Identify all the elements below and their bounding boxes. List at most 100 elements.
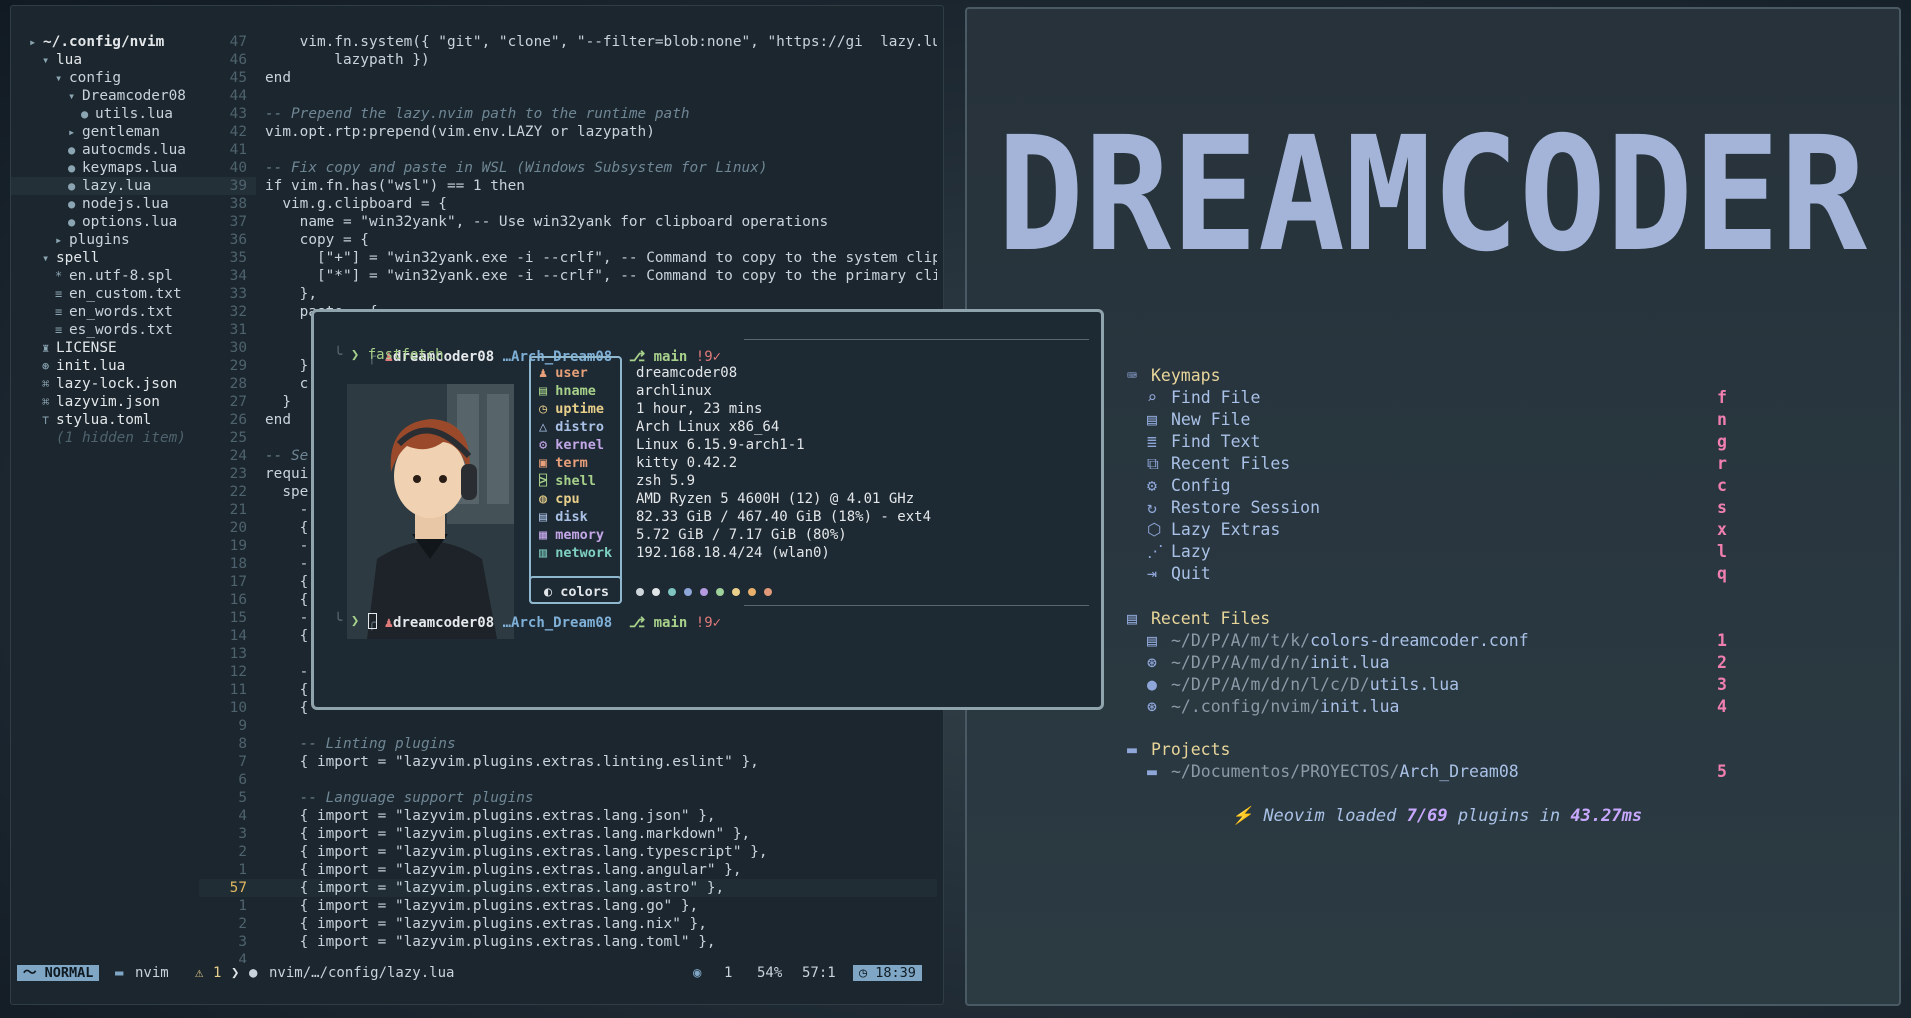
fetch-label: ▥ network (539, 544, 612, 562)
kernel-label: kernel (555, 437, 605, 453)
keymap-item[interactable]: ≣ Find Text (1147, 431, 1260, 453)
uptime-label: uptime (555, 401, 605, 417)
fetch-value: 192.168.18.4/24 (wlan0) (636, 545, 830, 561)
distro-icon: △ (539, 419, 548, 435)
separator-icon: ❯ (231, 965, 240, 981)
fetch-value: kitty 0.42.2 (636, 455, 738, 471)
code-line: 1 { import = "lazyvim.plugins.extras.lan… (199, 897, 937, 915)
file-icon: ● (68, 161, 76, 175)
tree-item[interactable]: ⊤ stylua.toml (11, 411, 230, 429)
code-text: requi (265, 466, 309, 482)
recent-files-icon: ⧉ (1147, 454, 1159, 473)
line-number: 44 (229, 88, 247, 104)
memory-label: memory (555, 527, 605, 543)
lazy-extras-icon: ⬡ (1147, 520, 1162, 539)
line-number: 22 (229, 484, 247, 500)
keymap-item[interactable]: ▤ New File (1147, 409, 1250, 431)
line-number: 41 (229, 142, 247, 158)
fetch-label: △ distro (539, 418, 604, 436)
code-line: 39 if vim.fn.has("wsl") == 1 then (199, 177, 937, 195)
code-text: { (265, 574, 309, 590)
status-count: 1 (724, 965, 733, 981)
path-file: Arch_Dream08 (1399, 762, 1519, 781)
path-file: init.lua (1320, 697, 1400, 716)
status-branch: nvim (135, 965, 169, 981)
fetch-label: ♟ user (539, 364, 588, 382)
prompt-rule (744, 339, 1089, 340)
tree-item[interactable]: ▾ spell (11, 249, 230, 267)
file-icon: ⌘ (42, 377, 50, 391)
terminal-window[interactable]: ╭ ♟dreamcoder08 …Arch_Dream08 ⎇ main !9✓… (311, 309, 1104, 710)
line-number: 46 (229, 52, 247, 68)
code-text: lazypath }) (265, 52, 430, 68)
folder-open-icon: ▬ (1127, 740, 1137, 759)
tree-item-label: gentleman (82, 124, 160, 140)
kernel-icon: ⚙ (539, 437, 548, 453)
status-percent: 54% (757, 965, 783, 981)
recent-file-item[interactable]: ● ~/D/P/A/m/d/n/l/c/D/utils.lua (1147, 674, 1459, 696)
recent-file-item[interactable]: ▤ ~/D/P/A/m/t/k/colors-dreamcoder.conf (1147, 630, 1529, 652)
tree-item[interactable]: ▾ lua (11, 51, 230, 69)
line-number: 31 (229, 322, 247, 338)
line-number: 11 (229, 682, 247, 698)
line-number: 12 (229, 664, 247, 680)
tree-item-label: keymaps.lua (82, 160, 178, 176)
tree-item[interactable]: ▸ ~/.config/nvim (11, 33, 217, 51)
keymap-item[interactable]: ⋰ Lazy (1147, 541, 1211, 563)
code-line: 40 -- Fix copy and paste in WSL (Windows … (199, 159, 937, 177)
code-text: spe (265, 484, 309, 500)
code-text: { import = "lazyvim.plugins.extras.linti… (265, 754, 759, 770)
tree-item[interactable]: ♜ LICENSE (11, 339, 230, 357)
prompt-line-1: ╭ ♟dreamcoder08 …Arch_Dream08 ⎇ main !9✓ (367, 349, 722, 365)
line-number: 7 (238, 754, 247, 770)
tree-item[interactable]: (1 hidden item) (11, 429, 230, 447)
line-number: 24 (229, 448, 247, 464)
network-icon: ▥ (539, 545, 548, 561)
recent-file-item[interactable]: ⊛ ~/D/P/A/m/d/n/init.lua (1147, 652, 1390, 674)
tree-item[interactable]: ⊛ init.lua (11, 357, 230, 375)
status-file[interactable]: nvim/…/config/lazy.lua (269, 963, 454, 983)
tree-item[interactable]: ⌘ lazyvim.json (11, 393, 230, 411)
keymap-label: Find File (1171, 388, 1261, 407)
line-number: 29 (229, 358, 247, 374)
fetch-value: 1 hour, 23 mins (636, 401, 763, 417)
fetch-value: Linux 6.15.9-arch1-1 (636, 437, 805, 453)
item-key: 1 (1717, 631, 1727, 650)
keymap-item[interactable]: ⚙ Config (1147, 475, 1231, 497)
code-line: 9 (199, 717, 937, 735)
code-text: ["*"] = "win32yank.exe -i --crlf", -- Co… (265, 268, 937, 284)
folder-chevron-icon: ▸ (29, 35, 37, 49)
tree-item[interactable]: ⌘ lazy-lock.json (11, 375, 230, 393)
line-number: 23 (229, 466, 247, 482)
file-icon: * (55, 269, 63, 283)
git-branch-icon: ⎇ (629, 349, 654, 365)
user-icon: ♟ (384, 615, 394, 631)
input-line[interactable]: ╰ ❯ (334, 611, 377, 631)
git-branch-icon: ⎇ (629, 615, 654, 631)
file-tree[interactable]: ▸ ~/.config/nvim ▾ lua ▾ config ▾ Dreamcoder08 ●… (11, 6, 256, 966)
code-line: 33 }, (199, 285, 937, 303)
fetch-value: Arch Linux x86_64 (636, 419, 780, 435)
line-number: 26 (229, 412, 247, 428)
code-line: 36 copy = { (199, 231, 937, 249)
keymap-item[interactable]: ↻ Restore Session (1147, 497, 1320, 519)
project-item[interactable]: ▬ ~/Documentos/PROYECTOS/Arch_Dream08 (1147, 761, 1519, 783)
palette-swatch (764, 588, 772, 596)
clock: ◷ 18:39 (853, 965, 922, 981)
folder-chevron-icon: ▸ (55, 233, 63, 247)
code-text: { (265, 628, 309, 644)
keymap-item[interactable]: ⬡ Lazy Extras (1147, 519, 1280, 541)
prompt-line-2: ╭ ♟dreamcoder08 …Arch_Dream08 ⎇ main !9✓ (367, 615, 722, 631)
code-text: -- Se (265, 448, 309, 464)
shell-icon: ⍄ (539, 473, 548, 489)
keymap-item[interactable]: ⧉ Recent Files (1147, 453, 1290, 475)
keymap-key: f (1717, 388, 1727, 407)
tree-item-label: init.lua (56, 358, 126, 374)
keymap-item[interactable]: ⌕ Find File (1147, 387, 1260, 409)
keymap-label: Quit (1171, 564, 1211, 583)
line-number: 1 (238, 898, 247, 914)
recent-file-item[interactable]: ⊛ ~/.config/nvim/init.lua (1147, 696, 1400, 718)
line-number: 19 (229, 538, 247, 554)
distro-label: distro (555, 419, 605, 435)
keymap-item[interactable]: ⇥ Quit (1147, 563, 1211, 585)
